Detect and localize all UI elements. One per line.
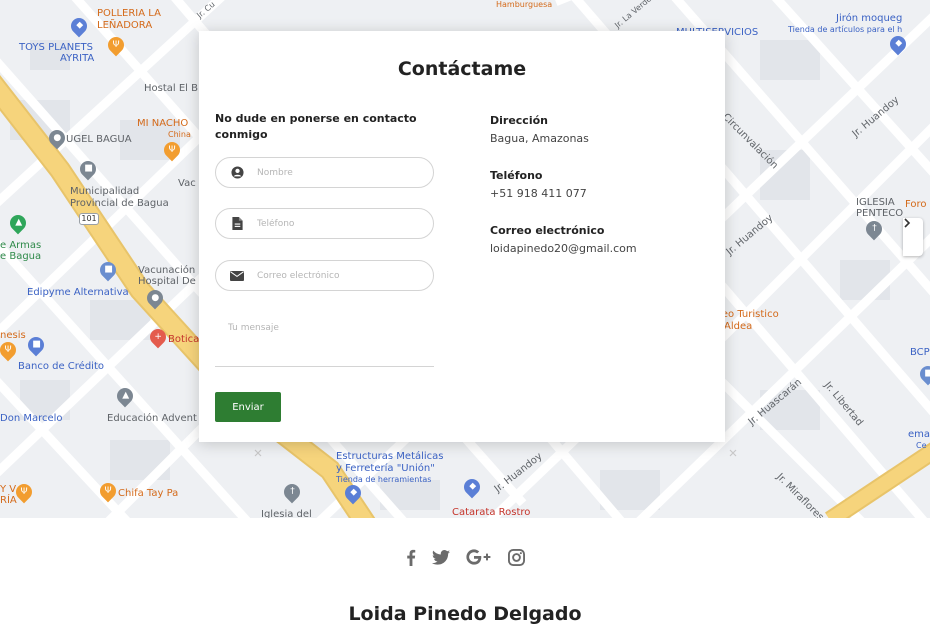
contact-intro: No dude en ponerse en contacto conmigo: [215, 112, 417, 141]
map-label: Municipalidad: [70, 186, 140, 197]
map-label: Edipyme Alternativa: [27, 287, 129, 298]
map-label: PENTECO: [856, 208, 904, 219]
name-input[interactable]: [257, 167, 417, 178]
phone-field[interactable]: [215, 208, 434, 239]
send-button[interactable]: Enviar: [215, 392, 281, 422]
map-label: LEÑADORA: [97, 20, 153, 31]
map-label: Don Marcelo: [0, 413, 63, 424]
map-label: Iglesia del: [261, 509, 312, 518]
map-label: Chifa Tay Pa: [118, 488, 179, 499]
address-block: Dirección Bagua, Amazonas: [490, 113, 710, 147]
chevron-right-icon: [904, 218, 911, 228]
file-icon: [230, 217, 244, 231]
map-label: Vacunación: [138, 265, 196, 276]
phone-block: Teléfono +51 918 411 077: [490, 168, 710, 202]
map-label: Jirón moqueg: [836, 13, 903, 24]
map-label: Catarata Rostro: [452, 507, 531, 518]
phone-value: +51 918 411 077: [490, 187, 587, 200]
map-label: Aldea: [724, 321, 753, 332]
social-links: [0, 546, 930, 568]
contact-title: Contáctame: [397, 58, 527, 80]
user-icon: [230, 166, 244, 180]
instagram-icon[interactable]: [507, 546, 525, 568]
map-label: Vac: [178, 178, 196, 189]
name-field[interactable]: [215, 157, 434, 188]
map-label: Tienda de artículos para el h: [788, 25, 903, 34]
map-label: UGEL BAGUA: [66, 134, 132, 145]
phone-label: Teléfono: [490, 169, 543, 182]
email-label: Correo electrónico: [490, 224, 605, 237]
phone-input[interactable]: [257, 218, 417, 229]
email-field[interactable]: [215, 260, 434, 291]
map-label: MI NACHO: [137, 118, 189, 129]
map-label: Banco de Crédito: [18, 361, 104, 372]
map-label: y Ferretería "Unión": [336, 463, 435, 474]
map-label: Ce: [916, 441, 927, 450]
map-label: Y V: [0, 484, 17, 495]
map-label: Estructuras Metálicas: [336, 451, 444, 462]
envelope-icon: [230, 269, 244, 283]
map-expand-button[interactable]: [903, 218, 923, 256]
map-label: BCP: [910, 347, 930, 358]
map-label: nesis: [0, 330, 26, 341]
email-input[interactable]: [257, 270, 417, 281]
map-label: Hamburguesa: [496, 0, 553, 9]
map-label: Botica: [168, 334, 200, 345]
contact-card: Contáctame No dude en ponerse en contact…: [199, 31, 725, 442]
google-plus-icon[interactable]: [465, 546, 492, 568]
map-label: Hospital De: [138, 276, 196, 287]
address-value: Bagua, Amazonas: [490, 132, 589, 145]
map-label: IGLESIA: [856, 197, 895, 208]
map-label: Provincial de Bagua: [70, 198, 169, 209]
map-label: RÍA: [0, 495, 17, 506]
map-label: Hostal El B: [144, 83, 198, 94]
message-textarea[interactable]: [215, 313, 434, 367]
map-label: reo Turistico: [718, 309, 779, 320]
address-label: Dirección: [490, 114, 548, 127]
facebook-icon[interactable]: [406, 546, 416, 568]
map-label: Tienda de herramientas: [336, 475, 432, 484]
map-label: TOYS PLANETS: [19, 42, 93, 53]
footer-name: Loida Pinedo Delgado: [348, 603, 582, 625]
email-value: loidapinedo20@gmail.com: [490, 242, 637, 255]
map-label: POLLERIA LA: [97, 8, 161, 19]
map-label: ema: [908, 429, 930, 440]
map-label: China: [168, 130, 191, 139]
map-label: Foro: [905, 199, 927, 210]
map-label: e Bagua: [0, 251, 42, 262]
route-shield: 101: [79, 213, 99, 225]
twitter-icon[interactable]: [431, 546, 450, 568]
map-label: AYRITA: [60, 53, 95, 64]
email-block: Correo electrónico loidapinedo20@gmail.c…: [490, 223, 710, 257]
map-label: Educación Advent: [107, 413, 197, 424]
map-label: e Armas: [0, 240, 42, 251]
